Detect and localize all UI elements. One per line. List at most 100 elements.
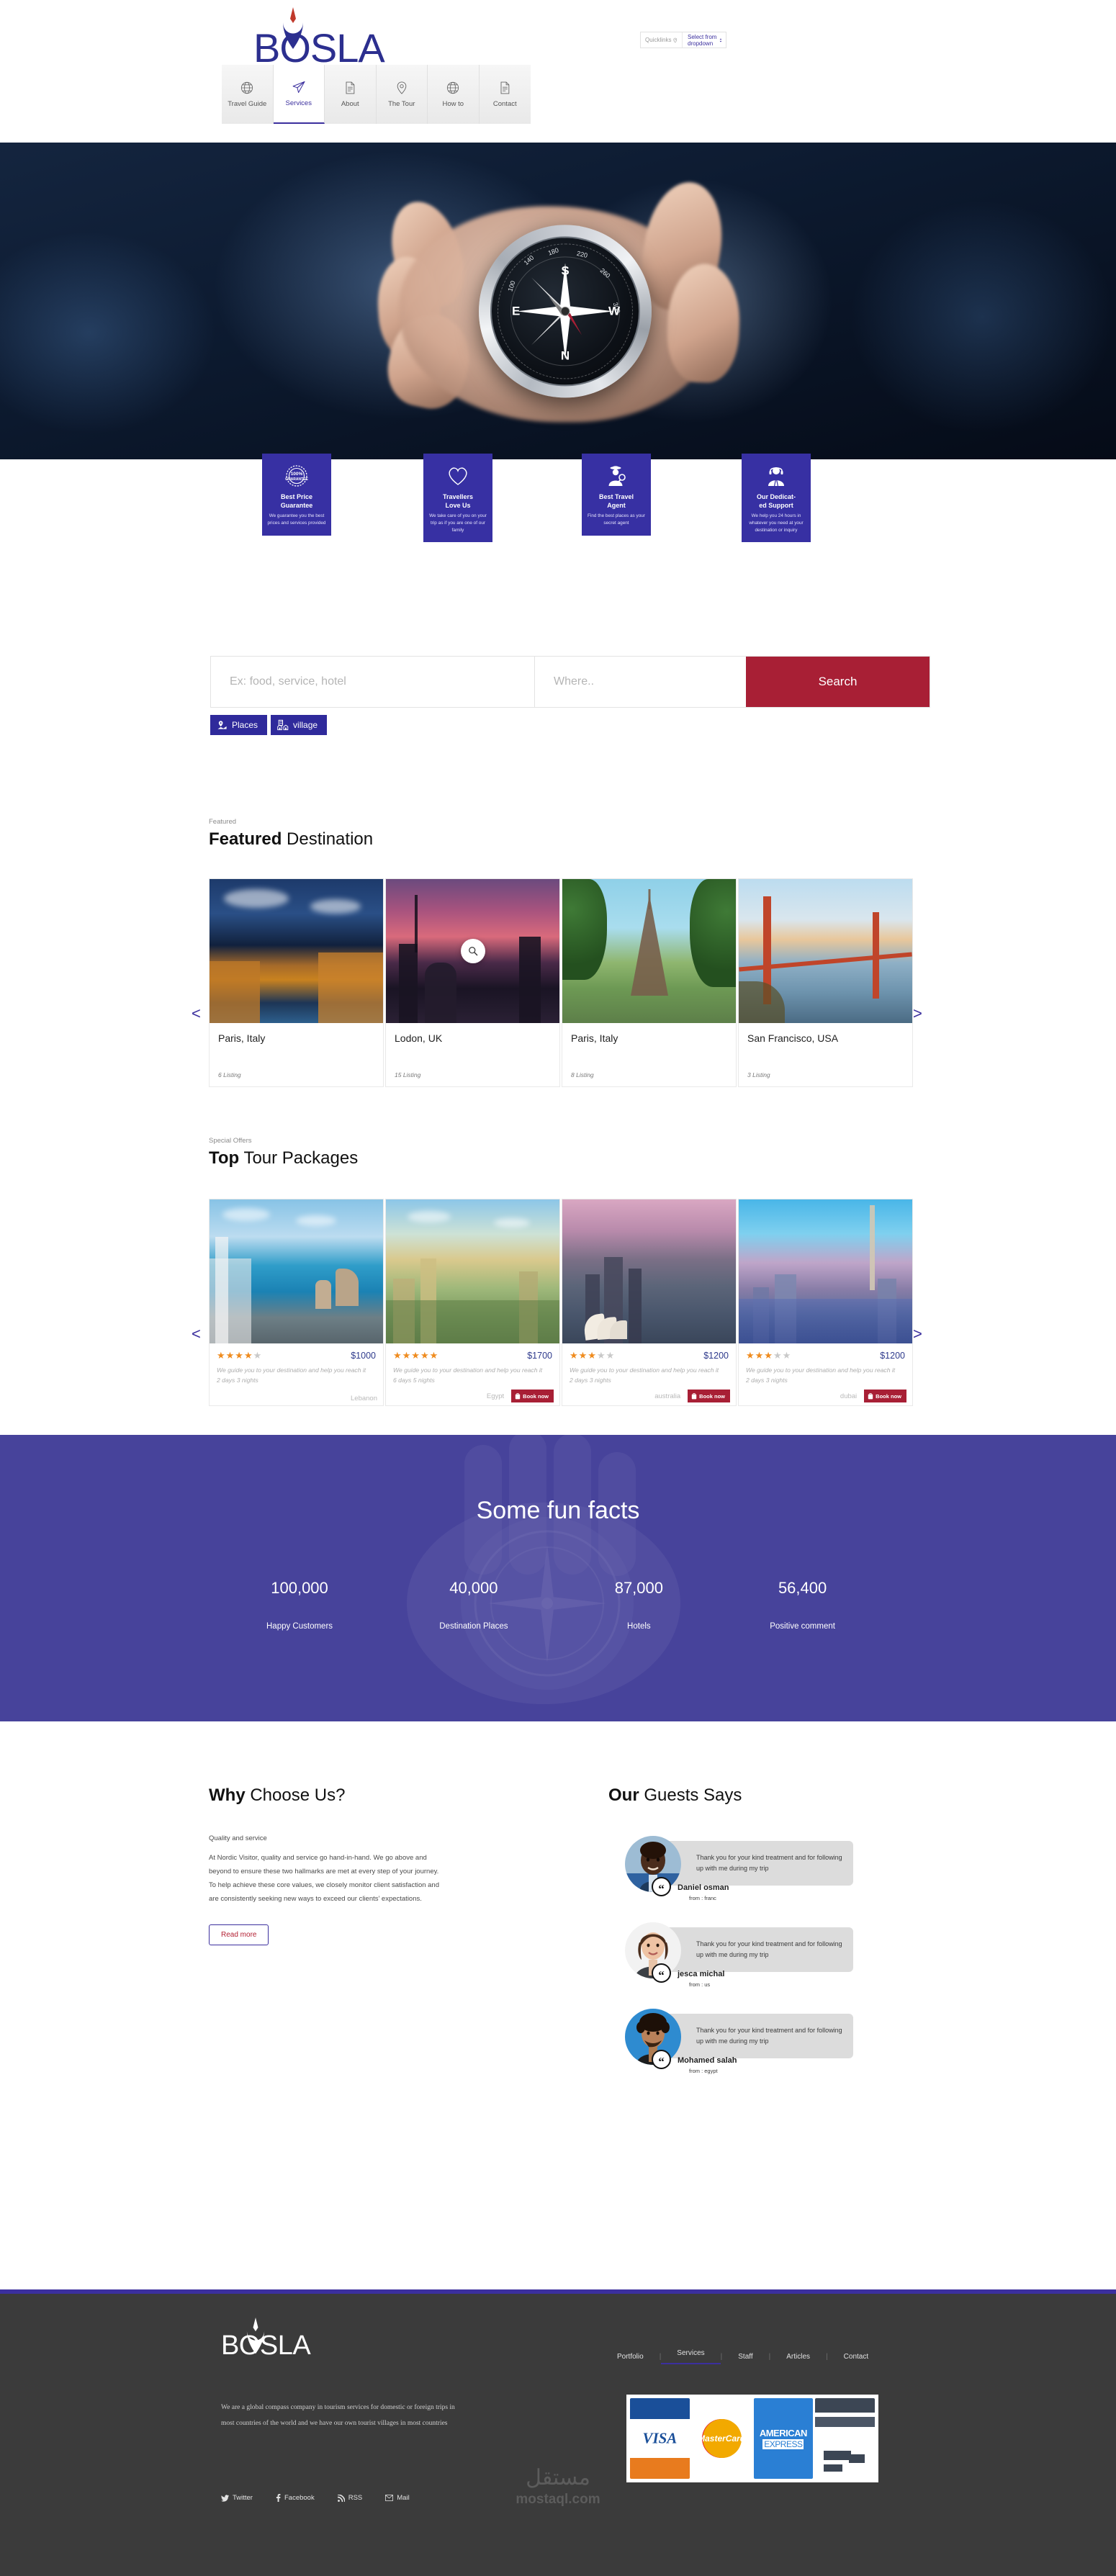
book-now-label: Book now: [876, 1392, 901, 1400]
tour-image: [739, 1199, 912, 1343]
tour-nights: 2 days 3 nights: [217, 1377, 258, 1384]
tour-rating-price: ★★★★★ $1700: [393, 1350, 552, 1361]
title-bold: Why: [209, 1785, 246, 1805]
watermark-arabic: مستقل: [526, 2466, 590, 2490]
tour-card[interactable]: ★★★★★ $1000 We guide you to your destina…: [209, 1199, 384, 1406]
tour-card[interactable]: ★★★★★ $1200 We guide you to your destina…: [738, 1199, 913, 1406]
village-buildings-icon: [277, 719, 289, 731]
tour-rating-price: ★★★★★ $1200: [570, 1350, 729, 1361]
globe-icon: [447, 81, 459, 94]
book-now-button[interactable]: Book now: [688, 1390, 730, 1402]
title-rest: Choose Us?: [245, 1785, 346, 1805]
social-link-twitter[interactable]: Twitter: [221, 2494, 253, 2502]
quicklinks-select[interactable]: Select from dropdown: [683, 32, 726, 48]
footer-nav-services[interactable]: Services: [661, 2349, 721, 2364]
destination-card[interactable]: Lodon, UK 15 Listing: [385, 878, 560, 1087]
filter-chip-places[interactable]: Places: [210, 715, 268, 735]
suitcase-icon: [515, 1393, 521, 1400]
why-subtitle: Quality and service: [209, 1834, 267, 1842]
quicklinks-dropdown[interactable]: Quicklinks Select from dropdown: [640, 32, 726, 48]
nav-item-the-tour[interactable]: The Tour: [376, 65, 428, 124]
testimonial-quote: Thank you for your kind treatment and fo…: [660, 1841, 853, 1886]
amex-card-icon: AMERICAN EXPRESS: [753, 2398, 814, 2479]
tour-info: ★★★★★ $1200 We guide you to your destina…: [739, 1343, 912, 1405]
quicklinks-label-group: Quicklinks: [641, 32, 683, 48]
svg-text:GUARANTEE: GUARANTEE: [285, 477, 308, 482]
destinations-next-arrow[interactable]: >: [913, 1004, 922, 1023]
tour-card[interactable]: ★★★★★ $1200 We guide you to your destina…: [562, 1199, 737, 1406]
footer-logo-text: BOSLA: [221, 2330, 311, 2361]
search-input-where[interactable]: [535, 657, 746, 707]
fun-facts-stats: 100,000 Happy Customers 40,000 Destinati…: [266, 1579, 835, 1631]
feature-card-best-travel-agent[interactable]: Best Travel Agent Find the best places as…: [582, 454, 651, 536]
fun-facts-title: Some fun facts: [476, 1497, 640, 1524]
destination-name: Paris, Italy: [218, 1032, 266, 1044]
tour-country: Lebanon: [351, 1395, 377, 1402]
tours-next-arrow[interactable]: >: [913, 1325, 922, 1343]
destination-card[interactable]: Paris, Italy 8 Listing: [562, 878, 737, 1087]
guarantee-badge-icon: 100% GUARANTEE: [267, 464, 326, 488]
social-label: Mail: [397, 2494, 410, 2502]
nav-label: Travel Guide: [228, 100, 267, 108]
testimonial-item: Thank you for your kind treatment and fo…: [608, 1836, 911, 1922]
destination-name: San Francisco, USA: [747, 1032, 839, 1044]
footer-nav-portfolio[interactable]: Portfolio: [601, 2353, 660, 2361]
destinations-carousel: Paris, Italy 6 Listing Lodon, UK 15 List…: [209, 878, 913, 1087]
feature-card-travellers-love-us[interactable]: Travellers Love Us We take care of you on…: [423, 454, 492, 543]
chevron-updown-icon: [719, 38, 722, 42]
fact-item: 100,000 Happy Customers: [266, 1579, 333, 1631]
book-now-button[interactable]: Book now: [864, 1390, 906, 1402]
rating-stars: ★★★★★: [746, 1350, 792, 1361]
destination-name: Lodon, UK: [395, 1032, 443, 1044]
destination-search-button[interactable]: [460, 939, 485, 963]
tour-rating-price: ★★★★★ $1200: [746, 1350, 905, 1361]
mail-icon: [385, 2495, 394, 2501]
social-link-facebook[interactable]: Facebook: [276, 2494, 315, 2502]
tour-card[interactable]: ★★★★★ $1700 We guide you to your destina…: [385, 1199, 560, 1406]
feature-card-best-price[interactable]: 100% GUARANTEE Best Price Guarantee We gu…: [262, 454, 331, 536]
mastercard-label: MasterCard: [698, 2433, 746, 2444]
feature-desc: We take care of you on your trip as if y…: [429, 513, 487, 533]
compass-watermark-icon: [407, 1435, 680, 1704]
destination-card[interactable]: Paris, Italy 6 Listing: [209, 878, 384, 1087]
nav-item-services[interactable]: Services: [273, 65, 325, 124]
destinations-prev-arrow[interactable]: <: [192, 1004, 201, 1023]
read-more-button[interactable]: Read more: [209, 1924, 269, 1945]
social-link-rss[interactable]: RSS: [337, 2494, 362, 2502]
svg-text:100%: 100%: [291, 472, 303, 477]
testimonial-quote: Thank you for your kind treatment and fo…: [660, 1927, 853, 1972]
destination-card[interactable]: San Francisco, USA 3 Listing: [738, 878, 913, 1087]
footer-nav-staff[interactable]: Staff: [722, 2353, 768, 2361]
title-rest: Tour Packages: [239, 1148, 359, 1168]
destination-info: San Francisco, USA 3 Listing: [739, 1023, 912, 1086]
featured-destinations-heading: Featured Featured Destination: [209, 818, 373, 850]
tour-price: $1000: [351, 1351, 376, 1361]
destination-image: [386, 879, 559, 1023]
footer-social-links: Twitter Facebook RSS Mail: [221, 2494, 410, 2502]
search-button[interactable]: Search: [746, 657, 930, 707]
compass-icon: S N E W 140 180 220 260 100 300: [479, 225, 652, 398]
tour-nights: 6 days 5 nights: [393, 1377, 435, 1384]
nav-label: About: [341, 100, 359, 108]
social-link-mail[interactable]: Mail: [385, 2494, 410, 2502]
search-input-what[interactable]: [211, 657, 535, 707]
footer-nav-contact[interactable]: Contact: [828, 2353, 884, 2361]
nav-item-contact[interactable]: Contact: [479, 65, 531, 124]
tour-info: ★★★★★ $1200 We guide you to your destina…: [562, 1343, 736, 1405]
book-now-button[interactable]: Book now: [511, 1390, 554, 1402]
feature-card-dedicated-support[interactable]: Our Dedicat-ed Support We help you 24 ho…: [742, 454, 811, 543]
paper-plane-icon: [292, 81, 305, 93]
footer-nav-articles[interactable]: Articles: [770, 2353, 826, 2361]
nav-item-about[interactable]: About: [325, 65, 377, 124]
nav-item-travel-guide[interactable]: Travel Guide: [222, 65, 274, 124]
mostaql-watermark: مستقل mostaql.com: [516, 2465, 600, 2508]
footer-logo[interactable]: BOSLA: [221, 2318, 336, 2362]
map-pin-icon: [673, 37, 678, 42]
nav-item-how-to[interactable]: How to: [428, 65, 480, 124]
filter-chip-village[interactable]: village: [271, 715, 328, 735]
site-logo[interactable]: BOSLA: [253, 6, 397, 72]
tours-prev-arrow[interactable]: <: [192, 1325, 201, 1343]
quote-icon: “: [652, 1877, 671, 1896]
facebook-icon: [276, 2494, 281, 2502]
testimonial-item: Thank you for your kind treatment and fo…: [608, 1922, 911, 2009]
